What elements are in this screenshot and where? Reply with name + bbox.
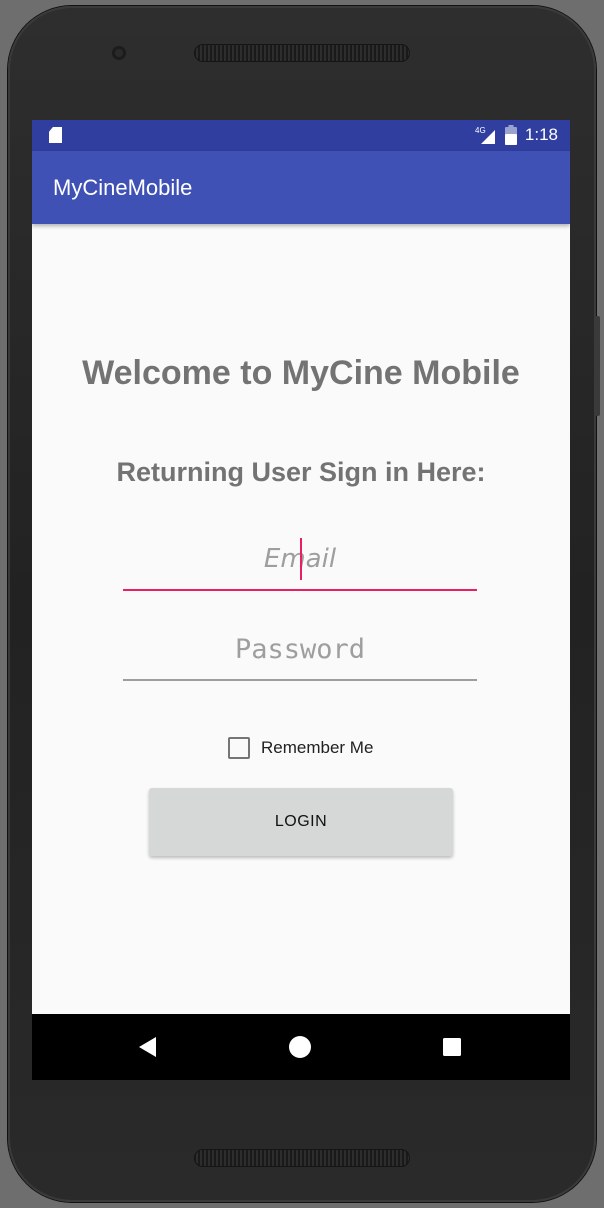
battery-icon [504,125,517,145]
recent-apps-icon [443,1038,461,1056]
welcome-heading: Welcome to MyCine Mobile [82,354,520,392]
cellular-signal-icon: 4G [475,126,495,144]
sign-in-subheading: Returning User Sign in Here: [116,457,486,487]
top-speaker-grille [194,44,410,62]
network-type-label: 4G [475,126,486,135]
app-title: MyCineMobile [53,175,193,200]
clock: 1:18 [524,125,558,144]
checkbox-box[interactable] [228,737,250,759]
front-camera [112,46,126,60]
text-cursor [300,538,302,580]
recent-apps-button[interactable] [412,1014,492,1080]
home-button[interactable] [260,1014,340,1080]
login-button[interactable]: LOGIN [149,788,453,856]
app-bar: MyCineMobile [32,151,570,224]
login-content: Welcome to MyCine Mobile Returning User … [32,224,570,1014]
remember-me-checkbox[interactable]: Remember Me [228,737,373,759]
volume-button [594,316,600,416]
navigation-bar [32,1014,570,1080]
phone-screen: 4G 1:18 MyCineMobile Welcome to MyCine M… [32,120,570,1080]
home-icon [289,1036,311,1058]
status-bar: 4G 1:18 [32,120,570,151]
password-input[interactable] [123,619,477,681]
back-icon [139,1037,156,1057]
bottom-speaker-grille [194,1149,410,1167]
back-button[interactable] [108,1014,188,1080]
status-indicators: 4G 1:18 [475,125,558,145]
sd-card-icon [49,127,62,143]
remember-me-label: Remember Me [261,738,374,757]
